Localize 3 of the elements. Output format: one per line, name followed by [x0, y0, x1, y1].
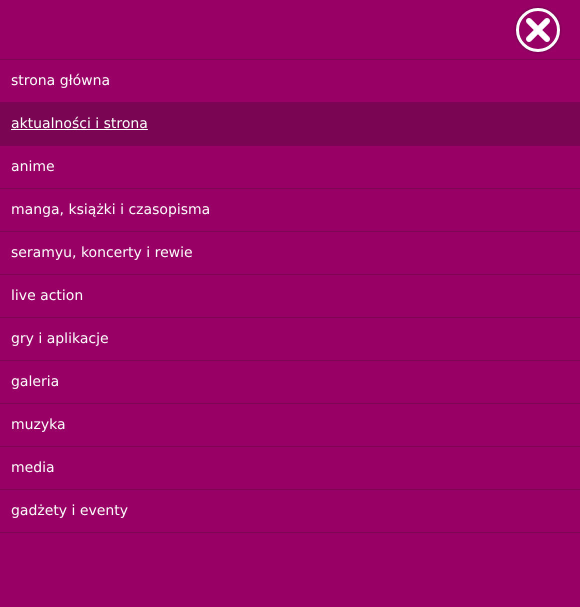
close-icon [525, 16, 551, 42]
close-button[interactable] [516, 8, 560, 52]
menu-item[interactable]: aktualności i strona [0, 103, 580, 146]
